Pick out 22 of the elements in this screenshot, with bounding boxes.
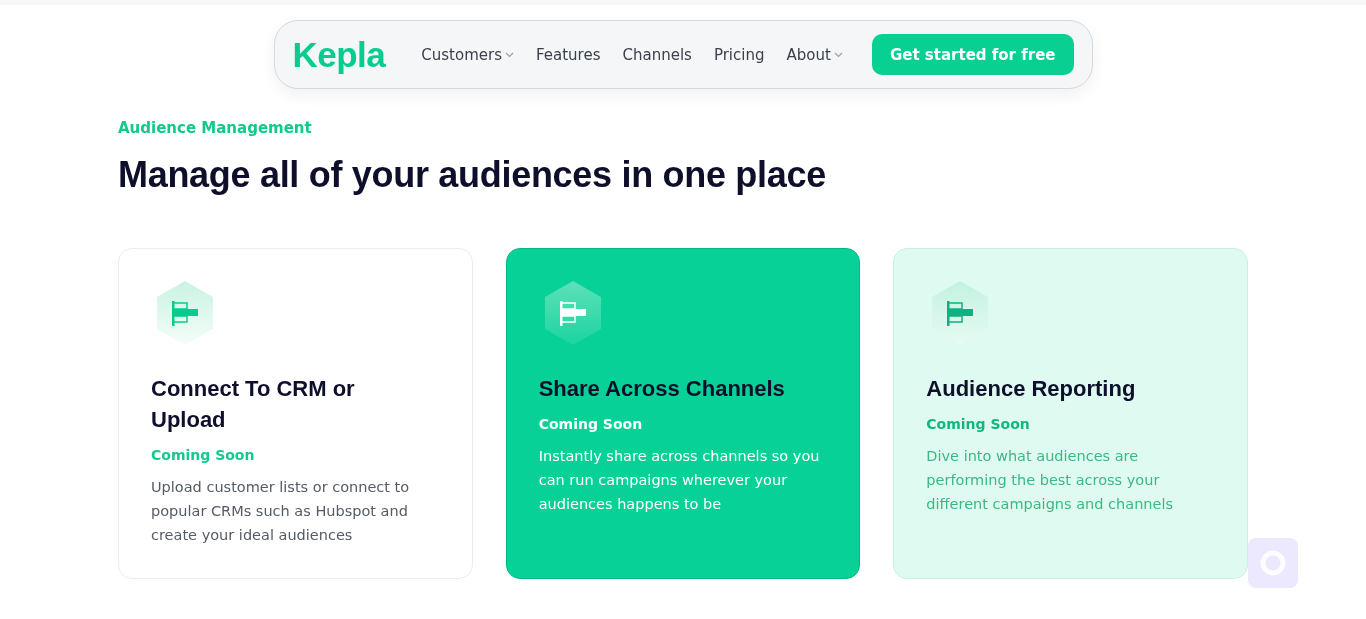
- coming-soon-label: Coming Soon: [926, 416, 1031, 432]
- nav-link[interactable]: Customers: [421, 45, 514, 64]
- bar-chart-icon: [155, 281, 215, 345]
- chat-widget-button[interactable]: [1248, 538, 1298, 588]
- section-heading: Manage all of your audiences in one place: [118, 154, 827, 196]
- nav-link[interactable]: Features: [536, 45, 601, 64]
- nav-link[interactable]: Pricing: [713, 45, 765, 64]
- bar-chart-icon: [542, 281, 603, 345]
- card-title: Share Across Channels: [538, 375, 786, 403]
- bar-chart-icon: [930, 281, 991, 345]
- chevron-down-icon: [505, 51, 514, 58]
- card-title: Connect To CRM or Upload: [151, 375, 356, 434]
- card-description: Upload customer lists or connect to popular CRMs such as Hubspot and create your ideal audiences: [151, 478, 411, 545]
- nav-link[interactable]: About: [786, 45, 843, 64]
- coming-soon-label: Coming Soon: [151, 447, 256, 463]
- nav-link[interactable]: Channels: [622, 45, 692, 64]
- card-description: Dive into what audiences are performing the best across your different campaigns and channels: [926, 447, 1174, 514]
- card-title: Audience Reporting: [926, 375, 1137, 403]
- section-eyebrow: Audience Management: [118, 119, 313, 137]
- chevron-down-icon: [833, 51, 843, 58]
- card-description: Instantly share across channels so you can run campaigns wherever your audiences happens to be: [538, 447, 821, 514]
- coming-soon-label: Coming Soon: [538, 416, 644, 432]
